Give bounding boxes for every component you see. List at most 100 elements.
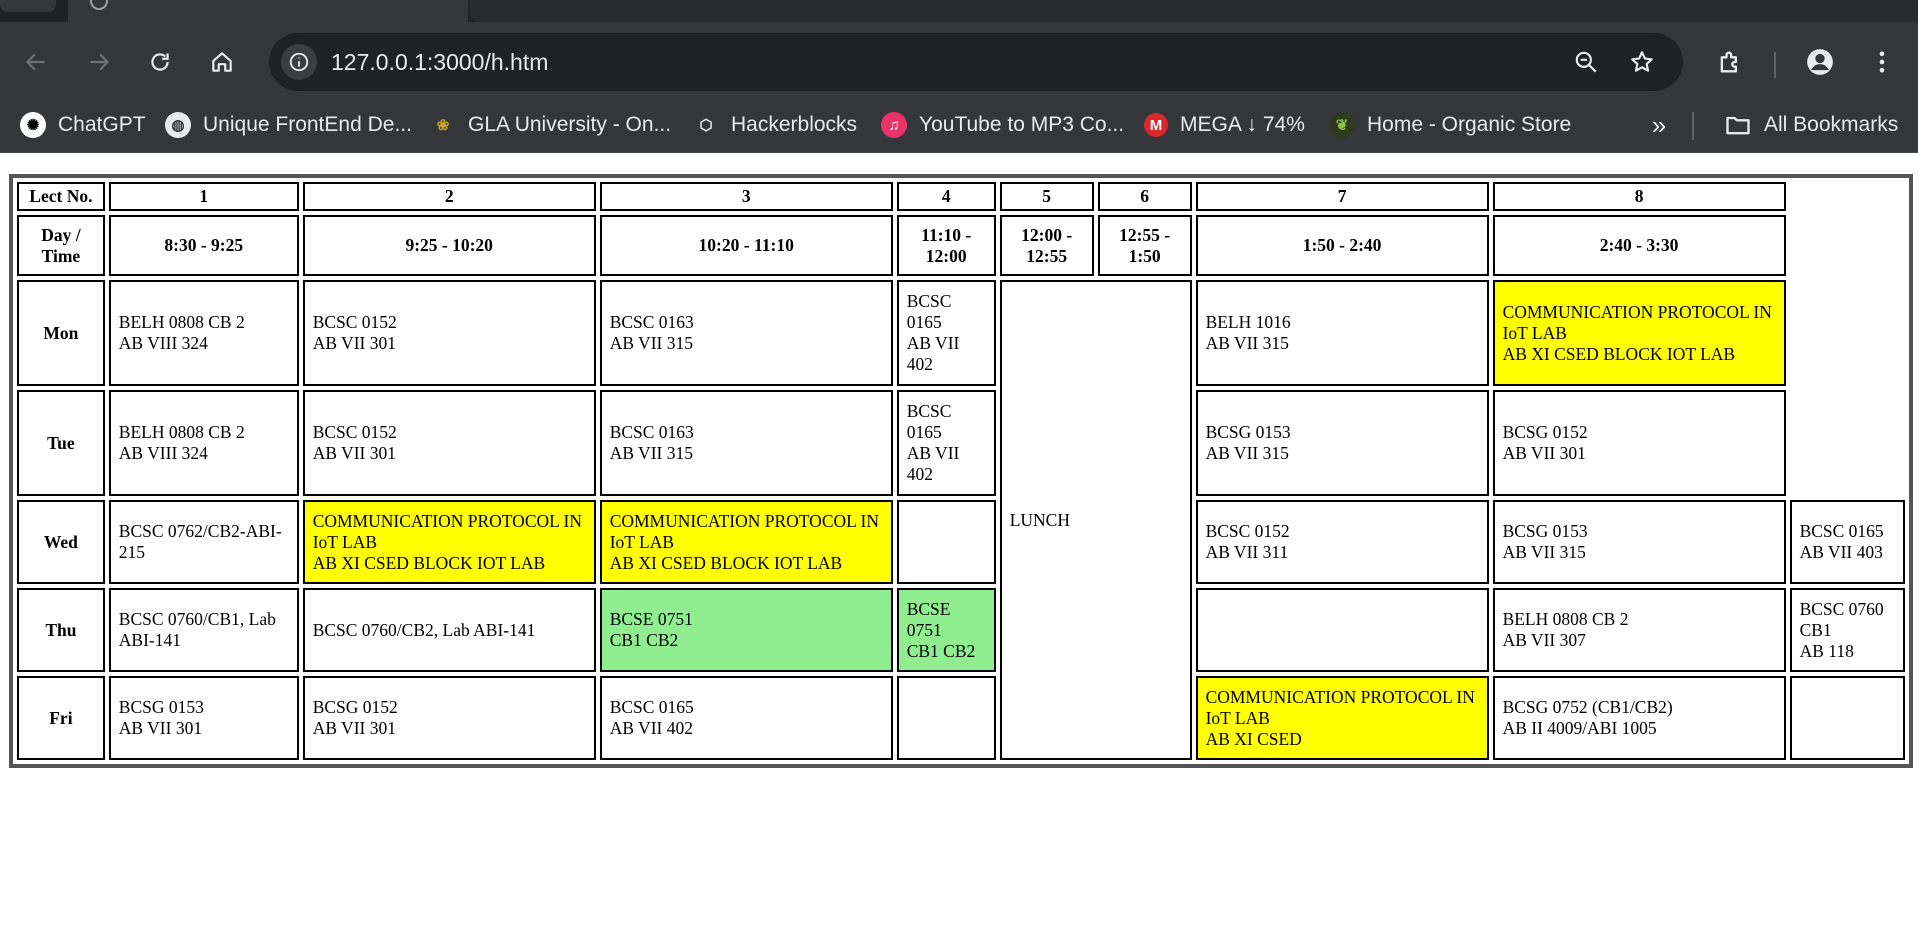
room: AB VII 301 — [1502, 443, 1586, 463]
day-label: Wed — [17, 500, 105, 584]
course-code: BCSG 0752 (CB1/CB2) — [1502, 697, 1673, 717]
course-code: BCSC 0163 — [609, 312, 694, 332]
bookmark-label: YouTube to MP3 Co... — [919, 113, 1125, 136]
zoom-button[interactable] — [1572, 48, 1600, 76]
url-text[interactable]: 127.0.0.1:3000/h.htm — [331, 47, 548, 77]
forward-button[interactable] — [81, 44, 117, 80]
time-slot: 10:20 - 11:10 — [599, 215, 893, 276]
empty-slot — [1195, 588, 1489, 672]
course-code: BCSE 0751 — [906, 598, 951, 640]
profile-button[interactable] — [1802, 44, 1838, 80]
course-code: BCSC 0152 — [1205, 521, 1290, 541]
more-bookmarks-chevron-icon[interactable]: » — [1644, 110, 1674, 140]
class-cell: BELH 0808 CB 2 AB VIII 324 — [108, 390, 299, 496]
class-cell: BCSC 0165 AB VII 402 — [896, 390, 996, 496]
bookmark-hackerblocks[interactable]: ⬡ Hackerblocks — [693, 110, 857, 140]
class-cell: BCSC 0163 AB VII 315 — [599, 280, 893, 386]
lab-cell: COMMUNICATION PROTOCOL IN IoT LAB AB XI C… — [599, 500, 893, 584]
day-time-header: Day / Time — [17, 215, 105, 276]
menu-button[interactable] — [1864, 44, 1900, 80]
home-button[interactable] — [204, 44, 240, 80]
day-row-fri: Fri BCSG 0153 AB VII 301 BCSG 0152 AB VII … — [17, 676, 1905, 760]
room: AB VIII 324 — [118, 333, 208, 353]
room: AB VII 301 — [312, 443, 396, 463]
class-cell: BCSE 0751 CB1 CB2 — [599, 588, 893, 672]
mega-icon: M — [1144, 113, 1168, 137]
all-bookmarks-button[interactable]: All Bookmarks — [1724, 110, 1898, 140]
tab-search-button[interactable] — [0, 0, 56, 12]
lect-number: 5 — [999, 182, 1094, 211]
lab-cell: COMMUNICATION PROTOCOL IN IoT LAB AB XI C… — [1492, 280, 1786, 386]
lect-number: 7 — [1195, 182, 1489, 211]
toolbar-divider — [1774, 52, 1776, 78]
lect-number: 3 — [599, 182, 893, 211]
room: AB VII 301 — [312, 333, 396, 353]
home-icon — [212, 52, 232, 72]
class-cell: BCSG 0752 (CB1/CB2) AB II 4009/ABI 1005 — [1492, 676, 1786, 760]
room: AB VII 315 — [1205, 333, 1289, 353]
course-code: BCSG 0153 — [1205, 422, 1291, 442]
lect-number: 8 — [1492, 182, 1786, 211]
lab-name: COMMUNICATION PROTOCOL IN IoT LAB — [312, 510, 583, 552]
lecture-number-row: Lect No. 1 2 3 4 5 6 7 8 — [17, 182, 1905, 211]
address-bar[interactable]: 127.0.0.1:3000/h.htm — [269, 33, 1683, 91]
class-cell: BCSC 0760/CB1, Lab ABI-141 — [108, 588, 299, 672]
class-cell: BCSC 0760 CB1 AB 118 — [1789, 588, 1905, 672]
day-row-thu: Thu BCSC 0760/CB1, Lab ABI-141 BCSC 0760… — [17, 588, 1905, 672]
lab-name: COMMUNICATION PROTOCOL IN IoT LAB — [1205, 686, 1475, 728]
lab-name: COMMUNICATION PROTOCOL IN IoT LAB — [1502, 301, 1772, 343]
class-cell: BCSE 0751 CB1 CB2 — [896, 588, 996, 672]
course-code: BCSC 0163 — [609, 422, 694, 442]
class-cell: BELH 1016 AB VII 315 — [1195, 280, 1489, 386]
room: AB VII 315 — [609, 333, 693, 353]
bookmark-label: Unique FrontEnd De... — [203, 113, 412, 136]
room: AB VII 301 — [312, 718, 396, 738]
lab-cell: COMMUNICATION PROTOCOL IN IoT LAB AB XI C… — [302, 500, 596, 584]
day-label: Mon — [17, 280, 105, 386]
class-cell: BCSC 0152 AB VII 301 — [302, 280, 596, 386]
course-code: BCSC 0165 — [906, 401, 952, 442]
course-code: BELH 0808 CB 2 — [1502, 609, 1629, 629]
reload-button[interactable] — [142, 44, 178, 80]
bookmark-gla-university[interactable]: ❀ GLA University - On... — [430, 110, 671, 140]
gla-logo-icon: ❀ — [436, 117, 450, 134]
class-cell: BCSG 0153 AB VII 315 — [1492, 500, 1786, 584]
class-cell: BCSC 0152 AB VII 311 — [1195, 500, 1489, 584]
bookmark-organic-store[interactable]: ❦ Home - Organic Store — [1329, 110, 1571, 140]
bookmark-label: ChatGPT — [58, 113, 146, 136]
bookmark-unique-frontend[interactable]: ◍ Unique FrontEnd De... — [165, 110, 412, 140]
globe-icon: ◍ — [165, 112, 191, 138]
puzzle-icon — [1720, 51, 1737, 73]
bookmark-mega[interactable]: M MEGA ↓ 74% — [1144, 110, 1305, 140]
organic-store-icon: ❦ — [1329, 112, 1355, 138]
bookmark-youtube-mp3[interactable]: ♫ YouTube to MP3 Co... — [881, 110, 1124, 140]
time-slot: 8:30 - 9:25 — [108, 215, 299, 276]
day-label: Fri — [17, 676, 105, 760]
lect-number: 4 — [896, 182, 996, 211]
class-cell: BCSC 0762/CB2-ABI-215 — [108, 500, 299, 584]
back-button[interactable] — [18, 44, 54, 80]
day-row-tue: Tue BELH 0808 CB 2 AB VIII 324 BCSC 0152 A… — [17, 390, 1905, 496]
room: AB VII 307 — [1502, 630, 1586, 650]
room: AB VII 301 — [118, 718, 203, 738]
room: AB VII 311 — [1205, 542, 1289, 562]
class-cell: BCSC 0163 AB VII 315 — [599, 390, 893, 496]
lect-number: 1 — [108, 182, 299, 211]
day-row-wed: Wed BCSC 0762/CB2-ABI-215 COMMUNICATION … — [17, 500, 1905, 584]
room: AB VII 402 — [906, 333, 960, 374]
bookmark-star-button[interactable] — [1628, 48, 1656, 76]
site-info-button[interactable] — [281, 44, 317, 80]
course-code: BCSG 0153 — [118, 697, 204, 717]
bookmark-chatgpt[interactable]: ✺ ChatGPT — [20, 110, 146, 140]
active-tab[interactable] — [68, 0, 468, 22]
class-cell: BCSC 0760/CB2, Lab ABI-141 — [302, 588, 596, 672]
lab-name: COMMUNICATION PROTOCOL IN IoT LAB — [609, 510, 880, 552]
empty-slot — [896, 500, 996, 584]
course-code: BCSC 0760/CB1, Lab ABI-141 — [118, 609, 276, 650]
course-code: BCSG 0153 — [1502, 521, 1588, 541]
extensions-button[interactable] — [1712, 44, 1748, 80]
room: AB XI CSED BLOCK IOT LAB — [1502, 343, 1736, 364]
room: AB XI CSED BLOCK IOT LAB — [609, 552, 843, 573]
lab-cell: COMMUNICATION PROTOCOL IN IoT LAB AB XI C… — [1195, 676, 1489, 760]
room: AB XI CSED — [1205, 728, 1302, 749]
